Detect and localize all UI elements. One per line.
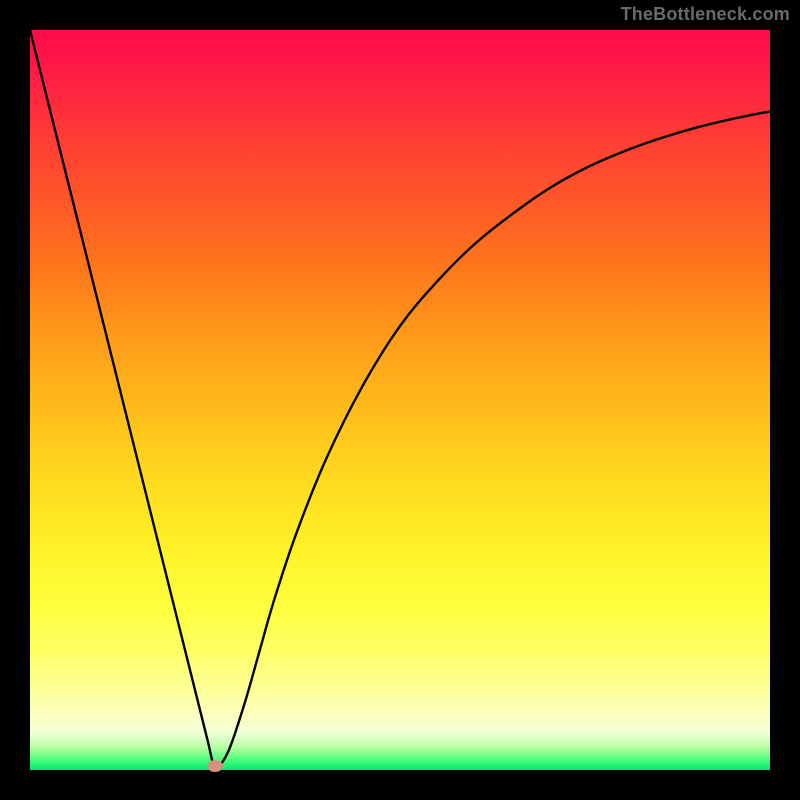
optimal-point-marker [207,760,223,772]
plot-area [30,30,770,770]
attribution-label: TheBottleneck.com [621,4,790,25]
curve-path [30,30,770,768]
chart-stage: TheBottleneck.com [0,0,800,800]
bottleneck-curve [30,30,770,770]
